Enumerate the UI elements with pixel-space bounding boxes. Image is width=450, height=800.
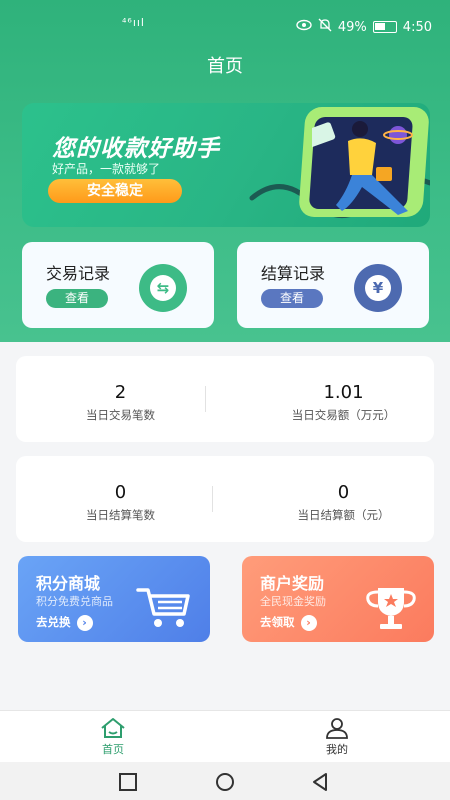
- trade-count-value: 2: [114, 382, 127, 403]
- merchant-reward-card[interactable]: 商户奖励 全民现金奖励 去领取 ›: [242, 556, 434, 642]
- arrow-right-icon: ›: [300, 614, 317, 631]
- status-bar: ⁴⁶ııl 49% 4:50: [0, 0, 450, 40]
- yen-icon: ¥: [354, 264, 402, 312]
- divider: [212, 486, 213, 512]
- settle-count-label: 当日结算笔数: [86, 508, 155, 522]
- battery-percent: 49%: [337, 19, 367, 35]
- eye-icon: [296, 19, 312, 35]
- settle-amount-value: 0: [337, 482, 350, 503]
- merchant-reward-subtitle: 全民现金奖励: [260, 595, 326, 608]
- trade-amount-stat: 1.01 当日交易额（万元）: [239, 356, 448, 442]
- trophy-icon: [366, 588, 416, 629]
- merchant-reward-action[interactable]: 去领取 ›: [260, 614, 317, 631]
- settle-records-card[interactable]: 结算记录 查看 ¥: [237, 242, 429, 328]
- points-mall-title: 积分商城: [36, 574, 101, 593]
- bottom-tabbar: 首页 我的: [0, 710, 450, 762]
- clock: 4:50: [402, 19, 432, 35]
- person-illustration: [312, 121, 413, 215]
- arrow-right-icon: ›: [76, 614, 93, 631]
- settle-amount-stat: 0 当日结算额（元）: [239, 456, 448, 542]
- banner-title: 您的收款好助手: [52, 136, 220, 162]
- settle-count-stat: 0 当日结算笔数: [16, 456, 225, 542]
- trade-records-card[interactable]: 交易记录 查看 ⇆: [22, 242, 214, 328]
- home-icon: [101, 718, 125, 738]
- trade-count-stat: 2 当日交易笔数: [16, 356, 225, 442]
- tab-mine[interactable]: 我的: [292, 717, 382, 757]
- signal-icon: ⁴⁶ııl: [122, 16, 145, 29]
- trade-records-label: 交易记录: [46, 264, 111, 283]
- divider: [205, 386, 206, 412]
- trade-amount-value: 1.01: [323, 382, 364, 403]
- banner-button[interactable]: 安全稳定: [48, 179, 182, 203]
- home-button-icon[interactable]: [214, 772, 236, 792]
- points-mall-subtitle: 积分免费兑商品: [36, 595, 113, 608]
- exchange-icon: ⇆: [139, 264, 187, 312]
- settle-records-view-button[interactable]: 查看: [261, 289, 323, 308]
- points-mall-card[interactable]: 积分商城 积分免费兑商品 去兑换 ›: [18, 556, 210, 642]
- points-mall-action[interactable]: 去兑换 ›: [36, 614, 93, 631]
- settle-count-value: 0: [114, 482, 127, 503]
- system-nav-bar: [0, 762, 450, 800]
- banner-subtitle: 好产品，一款就够了: [52, 162, 161, 176]
- tab-home-label: 首页: [102, 743, 124, 756]
- merchant-reward-title: 商户奖励: [260, 574, 325, 593]
- trade-stats-card: 2 当日交易笔数 1.01 当日交易额（万元）: [16, 356, 434, 442]
- tab-home[interactable]: 首页: [68, 717, 158, 757]
- settle-stats-card: 0 当日结算笔数 0 当日结算额（元）: [16, 456, 434, 542]
- settle-records-label: 结算记录: [261, 264, 326, 283]
- trade-count-label: 当日交易笔数: [86, 408, 155, 422]
- page-title: 首页: [207, 56, 243, 77]
- back-icon[interactable]: [310, 772, 330, 792]
- shopping-cart-icon: [136, 588, 190, 627]
- tab-mine-label: 我的: [326, 743, 348, 756]
- settle-amount-label: 当日结算额（元）: [297, 508, 390, 522]
- user-icon: [326, 718, 348, 739]
- promo-banner[interactable]: 您的收款好助手 好产品，一款就够了 安全稳定: [22, 103, 430, 227]
- battery-icon: [372, 21, 397, 33]
- recent-apps-icon[interactable]: [118, 772, 138, 792]
- mute-bell-icon: [318, 18, 332, 36]
- trade-records-view-button[interactable]: 查看: [46, 289, 108, 308]
- trade-amount-label: 当日交易额（万元）: [291, 408, 396, 422]
